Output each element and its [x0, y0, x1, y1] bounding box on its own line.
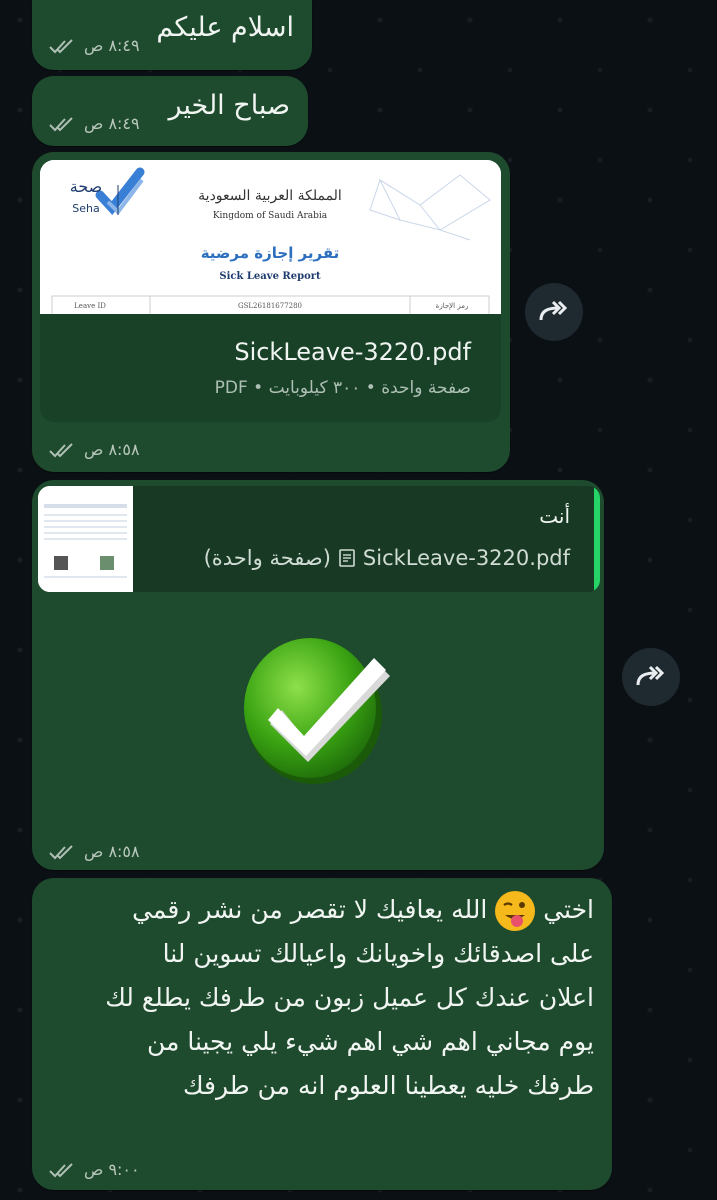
document-info: صفحة واحدة • ٣٠٠ كيلوبايت • PDF	[214, 378, 471, 398]
double-check-icon	[49, 38, 73, 53]
message-line: يوم مجاني اهم شي اهم شيء يلي يجينا من	[146, 1027, 594, 1056]
seha-brand-en: Seha	[72, 202, 99, 215]
double-check-icon	[49, 844, 73, 859]
leave-id-value: GSL26181677280	[238, 302, 302, 310]
message-meta: ٨:٥٨ ص	[48, 440, 140, 459]
report-title-en: Sick Leave Report	[219, 271, 321, 282]
leave-code-label: رمز الإجازة	[436, 302, 469, 310]
message-meta: ٩:٠٠ ص	[48, 1160, 140, 1179]
message-line-segment: اختي	[543, 895, 594, 924]
message-time: ٨:٤٩ ص	[84, 36, 140, 55]
message-line: طرفك خليه يعطينا العلوم انه من طرفك	[182, 1071, 594, 1100]
kingdom-en: Kingdom of Saudi Arabia	[213, 211, 328, 221]
quoted-document-thumbnail	[38, 486, 133, 592]
reply-quote[interactable]: أنت SickLeave-3220.pdf (صفحة واحدة)	[38, 486, 600, 592]
forward-button[interactable]	[525, 283, 583, 341]
forward-button[interactable]	[622, 648, 680, 706]
document-icon	[339, 549, 355, 567]
message-bubble[interactable]: اختي الله يعافيك لا تقصر من نشر رقمي على…	[32, 878, 612, 1190]
message-time: ٨:٥٨ ص	[84, 440, 140, 459]
message-line: اختي الله يعافيك لا تقصر من نشر رقمي	[105, 888, 594, 932]
message-meta: ٨:٤٩ ص	[48, 114, 140, 133]
message-meta: ٨:٤٩ ص	[48, 36, 140, 55]
message-line-segment: الله يعافيك لا تقصر من نشر رقمي	[132, 895, 488, 924]
message-line: اعلان عندك كل عميل زبون من طرفك يطلع لك	[105, 983, 594, 1012]
seha-brand-ar: صحة	[70, 177, 103, 196]
message-time: ٨:٥٨ ص	[84, 842, 140, 861]
message-text-block: اختي الله يعافيك لا تقصر من نشر رقمي على…	[105, 888, 594, 1108]
double-check-icon	[49, 1162, 73, 1177]
quote-file-line: SickLeave-3220.pdf (صفحة واحدة)	[204, 546, 570, 570]
winking-tongue-emoji-icon	[495, 891, 536, 931]
message-text: اسلام عليكم	[156, 12, 294, 43]
green-check-sticker	[244, 638, 390, 784]
message-line: على اصدقائك واخويانك واعيالك تسوين لنا	[162, 939, 594, 968]
message-time: ٨:٤٩ ص	[84, 114, 140, 133]
message-time: ٩:٠٠ ص	[84, 1160, 140, 1179]
message-text: صباح الخير	[168, 90, 290, 121]
message-meta: ٨:٥٨ ص	[48, 842, 140, 861]
sticker-image[interactable]	[240, 628, 402, 788]
document-preview[interactable]: صحة Seha المملكة العربية السعودية Kingdo…	[40, 160, 501, 327]
quote-pages: (صفحة واحدة)	[203, 546, 331, 570]
document-card[interactable]: صحة Seha المملكة العربية السعودية Kingdo…	[40, 160, 501, 422]
kingdom-ar: المملكة العربية السعودية	[198, 188, 342, 204]
document-file-name: SickLeave-3220.pdf	[234, 338, 471, 366]
message-bubble[interactable]: صباح الخير ٨:٤٩ ص	[32, 76, 308, 146]
quote-accent-bar	[594, 486, 600, 592]
document-preview-image: صحة Seha المملكة العربية السعودية Kingdo…	[40, 160, 501, 327]
double-check-icon	[49, 442, 73, 457]
forward-icon	[539, 300, 568, 321]
double-check-icon	[49, 116, 73, 131]
message-bubble[interactable]: اسلام عليكم ٨:٤٩ ص	[32, 0, 312, 70]
quote-file-name: SickLeave-3220.pdf	[362, 546, 570, 570]
quote-sender: أنت	[539, 504, 570, 528]
report-title-ar: تقرير إجازة مرضية	[201, 244, 340, 262]
leave-id-label: Leave ID	[74, 302, 106, 310]
forward-icon	[636, 665, 665, 686]
